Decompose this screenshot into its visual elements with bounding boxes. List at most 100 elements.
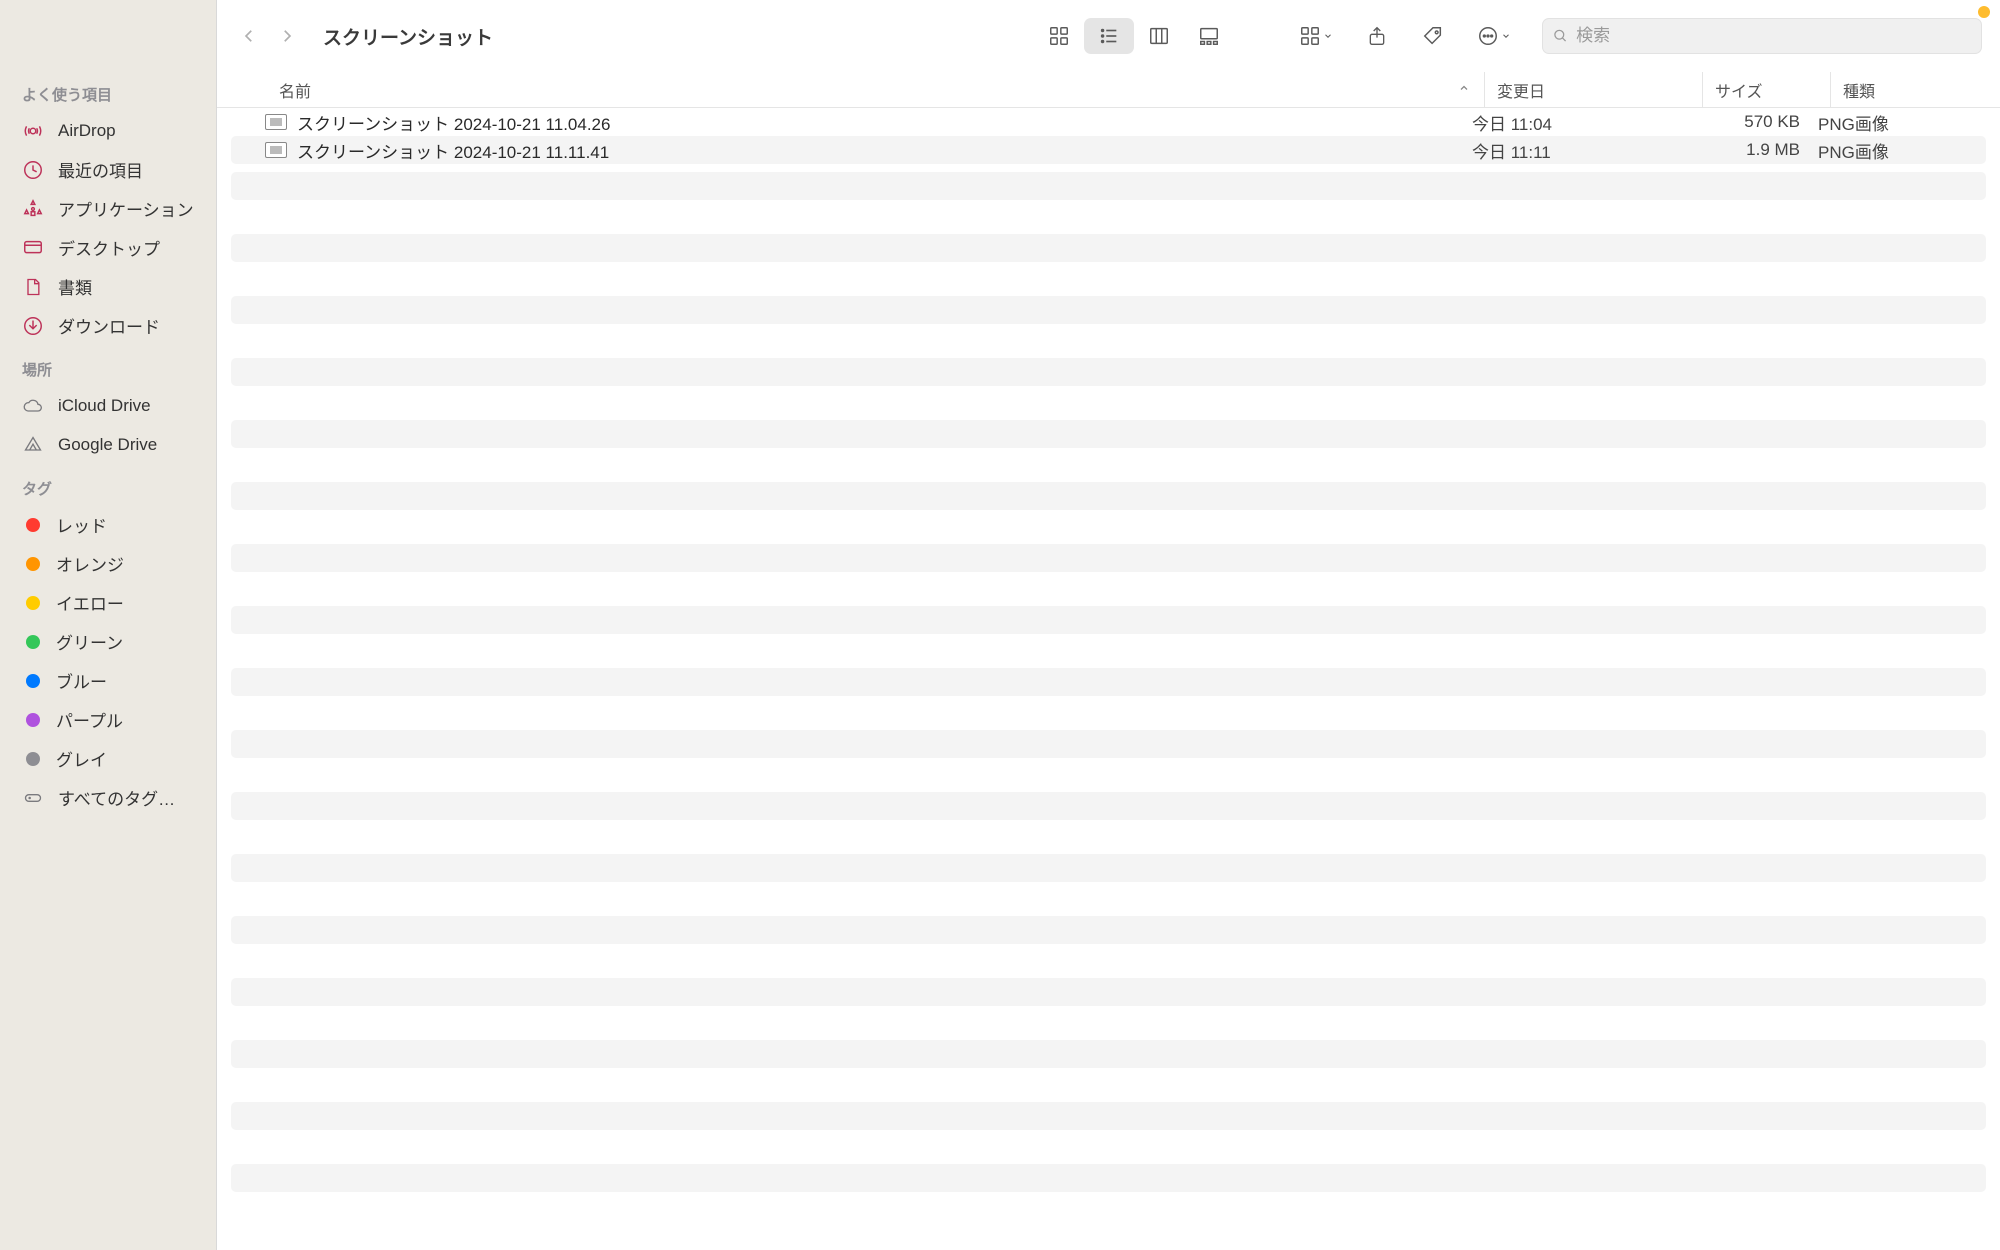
sidebar-item-label: 最近の項目	[58, 157, 143, 182]
file-modified: 今日 11:11	[1472, 138, 1690, 163]
empty-stripe	[231, 482, 1986, 510]
empty-stripe	[231, 1102, 1986, 1130]
cloud-icon	[22, 395, 44, 417]
file-thumbnail-icon	[265, 114, 287, 130]
sidebar-item-label: 書類	[58, 274, 92, 299]
toolbar: スクリーンショット	[217, 0, 2000, 72]
file-name: スクリーンショット 2024-10-21 11.11.41	[297, 138, 1472, 163]
file-thumbnail-icon	[265, 142, 287, 158]
sidebar-item-label: ブルー	[56, 668, 107, 693]
back-button[interactable]	[235, 22, 263, 50]
group-by-button[interactable]	[1292, 18, 1340, 54]
forward-button[interactable]	[273, 22, 301, 50]
sidebar-tag-item[interactable]: レッド	[0, 505, 216, 544]
sidebar-item-label: Google Drive	[58, 435, 157, 455]
table-row[interactable]: スクリーンショット 2024-10-21 11.11.41今日 11:111.9…	[231, 136, 1986, 164]
sidebar-item-doc[interactable]: 書類	[0, 267, 216, 306]
view-gallery-button[interactable]	[1184, 18, 1234, 54]
section-favorites: よく使う項目	[0, 80, 216, 111]
tag-dot-icon	[26, 752, 40, 766]
sidebar-item-download[interactable]: ダウンロード	[0, 306, 216, 345]
empty-stripe	[231, 1040, 1986, 1068]
search-input[interactable]	[1576, 26, 1971, 46]
sidebar-item-clock[interactable]: 最近の項目	[0, 150, 216, 189]
sidebar-item-label: グリーン	[56, 629, 123, 654]
col-name-header[interactable]: 名前	[279, 78, 1458, 102]
empty-stripe	[231, 792, 1986, 820]
sidebar-item-apps[interactable]: アプリケーション	[0, 189, 216, 228]
sort-indicator-icon	[1458, 81, 1470, 99]
search-field[interactable]	[1542, 18, 1982, 54]
view-mode-group	[1034, 18, 1234, 54]
sidebar-tag-item[interactable]: パープル	[0, 700, 216, 739]
empty-stripe	[231, 606, 1986, 634]
file-size: 1.9 MB	[1690, 140, 1818, 160]
col-kind-header[interactable]: 種類	[1830, 72, 2000, 107]
tag-dot-icon	[26, 557, 40, 571]
sidebar-item-all-tags[interactable]: すべてのタグ…	[0, 778, 216, 817]
sidebar-tag-item[interactable]: ブルー	[0, 661, 216, 700]
file-list: スクリーンショット 2024-10-21 11.04.26今日 11:04570…	[217, 108, 2000, 164]
sidebar-item-label: グレイ	[56, 746, 107, 771]
sidebar-item-gdrive[interactable]: Google Drive	[0, 425, 216, 464]
sidebar-tag-item[interactable]: グリーン	[0, 622, 216, 661]
empty-stripe	[231, 420, 1986, 448]
empty-stripe	[231, 296, 1986, 324]
file-kind: PNG画像	[1818, 138, 1986, 163]
doc-icon	[22, 276, 44, 298]
sidebar-item-label: イエロー	[56, 590, 124, 615]
main-pane: スクリーンショット 名前 変更日 サイズ 種類 スクリーンショット 2024-1…	[216, 0, 2000, 1250]
view-columns-button[interactable]	[1134, 18, 1184, 54]
col-modified-header[interactable]: 変更日	[1484, 72, 1702, 107]
sidebar-tag-item[interactable]: グレイ	[0, 739, 216, 778]
search-icon	[1553, 28, 1568, 44]
airdrop-icon	[22, 120, 44, 142]
all-tags-icon	[22, 787, 44, 809]
download-icon	[22, 315, 44, 337]
empty-stripe	[231, 730, 1986, 758]
empty-stripe	[231, 1164, 1986, 1192]
tag-dot-icon	[26, 674, 40, 688]
sidebar-item-airdrop[interactable]: AirDrop	[0, 111, 216, 150]
sidebar-item-label: オレンジ	[56, 551, 124, 576]
sidebar-item-label: iCloud Drive	[58, 396, 151, 416]
view-icons-button[interactable]	[1034, 18, 1084, 54]
tag-button[interactable]	[1414, 18, 1452, 54]
sidebar-item-label: ダウンロード	[58, 313, 160, 338]
empty-stripe	[231, 544, 1986, 572]
column-headers: 名前 変更日 サイズ 種類	[217, 72, 2000, 108]
share-button[interactable]	[1358, 18, 1396, 54]
sidebar-item-label: デスクトップ	[58, 235, 160, 260]
section-tags: タグ	[0, 474, 216, 505]
tag-dot-icon	[26, 713, 40, 727]
empty-stripe	[231, 358, 1986, 386]
file-size: 570 KB	[1690, 112, 1818, 132]
sidebar-tag-item[interactable]: オレンジ	[0, 544, 216, 583]
empty-stripe	[231, 854, 1986, 882]
window-title: スクリーンショット	[323, 23, 1024, 50]
empty-stripe	[231, 172, 1986, 200]
tag-dot-icon	[26, 518, 40, 532]
sidebar-item-label: AirDrop	[58, 121, 116, 141]
more-actions-button[interactable]	[1470, 18, 1518, 54]
clock-icon	[22, 159, 44, 181]
sidebar-item-label: すべてのタグ…	[58, 785, 175, 810]
col-size-header[interactable]: サイズ	[1702, 72, 1830, 107]
file-kind: PNG画像	[1818, 110, 1986, 135]
sidebar-item-label: レッド	[56, 512, 107, 537]
sidebar-item-cloud[interactable]: iCloud Drive	[0, 386, 216, 425]
empty-stripe	[231, 234, 1986, 262]
sidebar-tag-item[interactable]: イエロー	[0, 583, 216, 622]
table-row[interactable]: スクリーンショット 2024-10-21 11.04.26今日 11:04570…	[231, 108, 1986, 136]
apps-icon	[22, 198, 44, 220]
sidebar: よく使う項目 AirDrop 最近の項目アプリケーションデスクトップ書類ダウンロー…	[0, 0, 216, 1250]
file-modified: 今日 11:04	[1472, 110, 1690, 135]
view-list-button[interactable]	[1084, 18, 1134, 54]
desktop-icon	[22, 237, 44, 259]
empty-stripe	[231, 668, 1986, 696]
window-minimize-dot[interactable]	[1978, 6, 1990, 18]
empty-stripe	[231, 916, 1986, 944]
section-locations: 場所	[0, 355, 216, 386]
sidebar-item-desktop[interactable]: デスクトップ	[0, 228, 216, 267]
sidebar-item-label: パープル	[56, 707, 123, 732]
